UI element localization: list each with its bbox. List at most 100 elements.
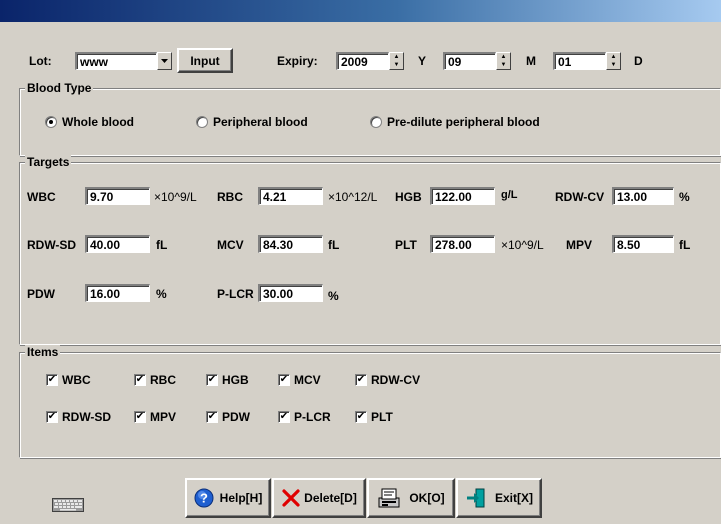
- year-spinner[interactable]: ▲ ▼: [389, 52, 404, 70]
- target-label-rdw-sd: RDW-SD: [27, 238, 77, 252]
- checkbox-plt[interactable]: ✔ PLT: [355, 409, 415, 425]
- checkbox-indicator[interactable]: ✔: [278, 374, 290, 386]
- lot-dropdown-button[interactable]: [157, 52, 172, 70]
- exit-button[interactable]: Exit[X]: [456, 478, 542, 518]
- checkbox-pdw[interactable]: ✔ PDW: [206, 409, 266, 425]
- target-input-rdw-cv[interactable]: 13.00: [612, 187, 674, 205]
- checkbox-indicator[interactable]: ✔: [134, 411, 146, 423]
- exit-icon: [466, 488, 485, 508]
- target-input-rdw-sd[interactable]: 40.00: [85, 235, 150, 253]
- target-label-hgb: HGB: [395, 190, 422, 204]
- checkbox-indicator[interactable]: ✔: [46, 411, 58, 423]
- checkbox-indicator[interactable]: ✔: [206, 411, 218, 423]
- target-input-mpv[interactable]: 8.50: [612, 235, 674, 253]
- checkbox-label: PDW: [222, 410, 250, 424]
- spin-down-icon[interactable]: ▼: [607, 61, 620, 69]
- checkbox-mpv[interactable]: ✔ MPV: [134, 409, 194, 425]
- help-button[interactable]: ? Help[H]: [185, 478, 271, 518]
- spin-up-icon[interactable]: ▲: [607, 53, 620, 61]
- target-input-wbc[interactable]: 9.70: [85, 187, 150, 205]
- target-value: 8.50: [617, 238, 641, 252]
- dialog-face: Lot: www Input Expiry: 2009 ▲ ▼ Y 09 ▲ ▼…: [0, 22, 721, 524]
- target-label-wbc: WBC: [27, 190, 56, 204]
- target-label-mpv: MPV: [566, 238, 593, 252]
- target-value: 30.00: [263, 287, 294, 301]
- delete-button[interactable]: Delete[D]: [272, 478, 366, 518]
- radio-indicator[interactable]: [196, 116, 208, 128]
- checkbox-p-lcr[interactable]: ✔ P-LCR: [278, 409, 348, 425]
- items-group: [19, 352, 721, 458]
- target-input-plt[interactable]: 278.00: [430, 235, 495, 253]
- checkbox-indicator[interactable]: ✔: [134, 374, 146, 386]
- checkbox-indicator[interactable]: ✔: [355, 411, 367, 423]
- checkbox-label: HGB: [222, 373, 249, 387]
- checkbox-wbc[interactable]: ✔ WBC: [46, 372, 116, 388]
- ok-icon: [378, 488, 400, 508]
- radio-label: Whole blood: [62, 115, 134, 129]
- expiry-label: Expiry:: [277, 54, 318, 68]
- target-unit-wbc: ×10^9/L: [154, 190, 197, 204]
- spin-up-icon[interactable]: ▲: [497, 53, 510, 61]
- target-label-rbc: RBC: [217, 190, 243, 204]
- target-unit-pdw: %: [156, 287, 167, 301]
- target-input-hgb[interactable]: 122.00: [430, 187, 495, 205]
- checkbox-rbc[interactable]: ✔ RBC: [134, 372, 194, 388]
- checkbox-rdw-cv[interactable]: ✔ RDW-CV: [355, 372, 435, 388]
- checkbox-label: RDW-SD: [62, 410, 112, 424]
- checkbox-mcv[interactable]: ✔ MCV: [278, 372, 338, 388]
- target-unit-mpv: fL: [679, 238, 691, 252]
- day-unit: D: [634, 54, 643, 68]
- blood-type-title: Blood Type: [25, 81, 94, 95]
- checkbox-rdw-sd[interactable]: ✔ RDW-SD: [46, 409, 126, 425]
- checkbox-indicator[interactable]: ✔: [355, 374, 367, 386]
- target-value: 16.00: [90, 287, 121, 301]
- radio-peripheral-blood[interactable]: Peripheral blood: [196, 114, 326, 130]
- checkbox-hgb[interactable]: ✔ HGB: [206, 372, 266, 388]
- target-value: 278.00: [435, 238, 472, 252]
- target-label-p-lcr: P-LCR: [217, 287, 254, 301]
- target-unit-rdw-cv: %: [679, 190, 690, 204]
- target-label-mcv: MCV: [217, 238, 244, 252]
- target-input-rbc[interactable]: 4.21: [258, 187, 323, 205]
- spin-down-icon[interactable]: ▼: [497, 61, 510, 69]
- ok-button[interactable]: OK[O]: [367, 478, 455, 518]
- svg-text:?: ?: [200, 491, 208, 506]
- lot-select[interactable]: www: [75, 52, 157, 70]
- expiry-day-field[interactable]: 01: [553, 52, 606, 70]
- target-input-mcv[interactable]: 84.30: [258, 235, 323, 253]
- input-button[interactable]: Input: [177, 48, 233, 73]
- radio-indicator[interactable]: [45, 116, 57, 128]
- radio-whole-blood[interactable]: Whole blood: [45, 114, 155, 130]
- chevron-down-icon: [161, 59, 168, 63]
- target-input-p-lcr[interactable]: 30.00: [258, 284, 323, 302]
- spin-down-icon[interactable]: ▼: [390, 61, 403, 69]
- target-value: 84.30: [263, 238, 294, 252]
- target-unit-rbc: ×10^12/L: [328, 190, 378, 204]
- spin-up-icon[interactable]: ▲: [390, 53, 403, 61]
- target-input-pdw[interactable]: 16.00: [85, 284, 150, 302]
- checkbox-label: RDW-CV: [371, 373, 421, 387]
- title-bar[interactable]: [0, 0, 721, 22]
- radio-indicator[interactable]: [370, 116, 382, 128]
- keyboard-icon: [52, 498, 84, 512]
- help-button-label: Help[H]: [219, 491, 263, 505]
- target-unit-hgb: g/L: [501, 189, 518, 201]
- checkbox-indicator[interactable]: ✔: [278, 411, 290, 423]
- radio-pre-dilute-peripheral-blood[interactable]: Pre-dilute peripheral blood: [370, 114, 570, 130]
- checkbox-label: MCV: [294, 373, 321, 387]
- checkbox-indicator[interactable]: ✔: [206, 374, 218, 386]
- lot-label: Lot:: [29, 54, 52, 68]
- expiry-year-field[interactable]: 2009: [336, 52, 389, 70]
- target-label-rdw-cv: RDW-CV: [555, 190, 605, 204]
- day-spinner[interactable]: ▲ ▼: [606, 52, 621, 70]
- month-spinner[interactable]: ▲ ▼: [496, 52, 511, 70]
- target-unit-rdw-sd: fL: [156, 238, 168, 252]
- keyboard-button[interactable]: [52, 498, 84, 512]
- checkbox-indicator[interactable]: ✔: [46, 374, 58, 386]
- expiry-month-field[interactable]: 09: [443, 52, 496, 70]
- ok-button-label: OK[O]: [409, 491, 445, 505]
- checkbox-label: P-LCR: [294, 410, 331, 424]
- expiry-month-value: 09: [448, 55, 462, 69]
- target-value: 4.21: [263, 190, 287, 204]
- checkbox-label: WBC: [62, 373, 91, 387]
